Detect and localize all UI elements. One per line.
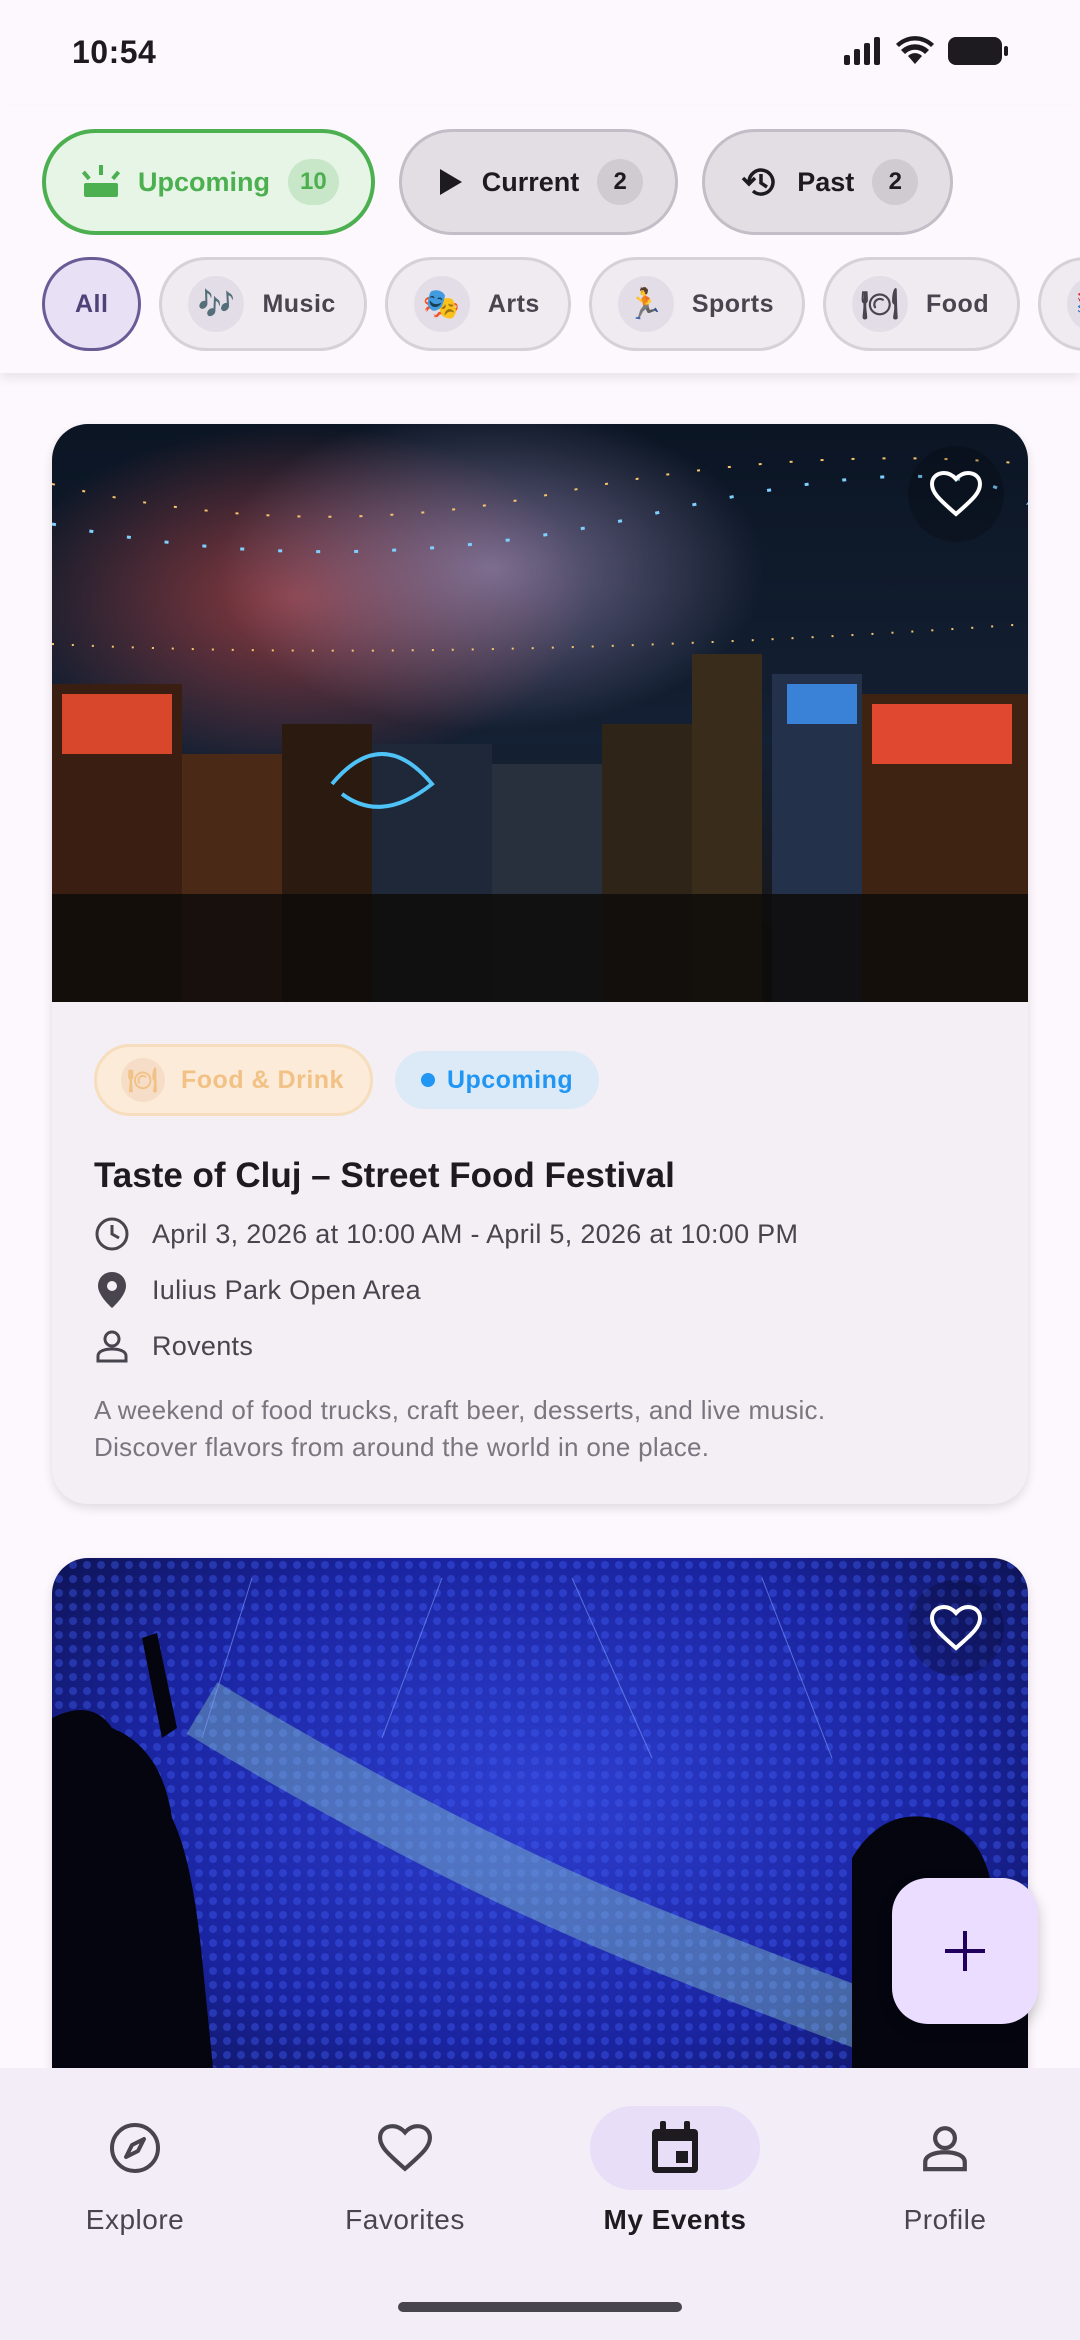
current-filter-label: Current [481, 166, 580, 197]
event-badges: 🍽 Food & Drink Upcoming [94, 1044, 986, 1116]
filter-header: Upcoming 10 Current 2 Past 2 All 🎶 Music… [0, 105, 1080, 373]
heart-icon [378, 2124, 432, 2172]
heart-outline-icon [930, 471, 982, 517]
event-organizer-row: Rovents [94, 1328, 986, 1364]
event-location: Iulius Park Open Area [152, 1274, 421, 1305]
event-description: A weekend of food trucks, craft beer, de… [94, 1392, 986, 1466]
past-count-badge: 2 [872, 159, 919, 205]
event-datetime-row: April 3, 2026 at 10:00 AM - April 5, 202… [94, 1216, 986, 1252]
event-image [52, 424, 1028, 1002]
food-festival-photo [52, 424, 1028, 1002]
category-chip-food[interactable]: 🍽 Food [823, 257, 1021, 351]
category-badge-label: Food & Drink [181, 1065, 344, 1094]
category-chip-label: Food [926, 289, 990, 318]
nav-label: Explore [85, 2204, 185, 2235]
event-description-line: A weekend of food trucks, craft beer, de… [94, 1395, 826, 1425]
nav-item-favorites[interactable]: Favorites [270, 2106, 540, 2236]
status-icons [844, 36, 1008, 66]
calendar-icon [652, 2121, 698, 2173]
nav-pill [590, 2106, 760, 2190]
category-chip-label: Arts [487, 289, 540, 318]
clock-icon [94, 1216, 130, 1252]
favorite-button[interactable] [908, 446, 1004, 542]
sunrise-icon [82, 165, 120, 197]
plus-icon [945, 1931, 985, 1971]
battery-icon [948, 37, 1008, 65]
location-pin-icon [94, 1272, 130, 1308]
category-chip-more[interactable]: 📚 [1038, 257, 1080, 351]
event-organizer: Rovents [152, 1330, 254, 1361]
status-filter-row: Upcoming 10 Current 2 Past 2 [42, 129, 954, 235]
nav-pill [50, 2106, 220, 2190]
food-icon: 🍽 [852, 276, 909, 332]
upcoming-count-badge: 10 [288, 159, 339, 205]
status-dot [420, 1073, 435, 1087]
nav-label: Profile [903, 2204, 987, 2235]
history-icon [741, 168, 775, 196]
compass-icon [110, 2123, 160, 2173]
nav-item-my-events[interactable]: My Events [540, 2106, 810, 2236]
event-datetime: April 3, 2026 at 10:00 AM - April 5, 202… [152, 1218, 799, 1249]
add-event-button[interactable] [892, 1878, 1038, 2024]
upcoming-filter-label: Upcoming [138, 166, 270, 197]
category-chip-arts[interactable]: 🎭 Arts [384, 257, 571, 351]
category-chip-label: Music [262, 289, 336, 318]
wifi-icon [896, 36, 934, 64]
home-indicator [398, 2302, 682, 2312]
person-icon [94, 1328, 130, 1364]
category-chip-sports[interactable]: 🏃 Sports [588, 257, 806, 351]
favorite-button[interactable] [908, 1580, 1004, 1676]
category-chip-label: All [75, 289, 109, 318]
status-badge-label: Upcoming [446, 1065, 574, 1094]
category-chip-label: Sports [691, 289, 775, 318]
status-time: 10:54 [72, 34, 157, 70]
past-filter-chip[interactable]: Past 2 [702, 129, 954, 235]
current-count-badge: 2 [597, 159, 644, 205]
category-chip-music[interactable]: 🎶 Music [159, 257, 367, 351]
upcoming-filter-chip[interactable]: Upcoming 10 [42, 129, 375, 235]
event-card-body: 🍽 Food & Drink Upcoming Taste of Cluj – … [52, 1002, 1028, 1466]
category-filter-row: All 🎶 Music 🎭 Arts 🏃 Sports 🍽 Food 📚 [42, 257, 1080, 351]
nav-label: My Events [603, 2204, 747, 2235]
heart-outline-icon [930, 1605, 982, 1651]
status-bar: 10:54 [0, 0, 1080, 105]
books-icon: 📚 [1067, 276, 1080, 332]
category-badge: 🍽 Food & Drink [94, 1044, 373, 1116]
play-icon [439, 169, 462, 195]
my-events-screen: 10:54 Upcoming 10 Current 2 Past 2 All 🎶… [0, 0, 1080, 2340]
category-chip-all[interactable]: All [42, 257, 142, 351]
event-title: Taste of Cluj – Street Food Festival [94, 1156, 675, 1195]
nav-item-explore[interactable]: Explore [0, 2106, 270, 2236]
nav-label: Favorites [345, 2204, 465, 2235]
nav-item-profile[interactable]: Profile [810, 2106, 1080, 2236]
food-icon: 🍽 [121, 1058, 165, 1102]
event-description-line: Discover flavors from around the world i… [94, 1432, 710, 1462]
bottom-navigation: Explore Favorites My Events Profile [0, 2068, 1080, 2340]
past-filter-label: Past [797, 166, 855, 197]
person-icon [923, 2126, 967, 2172]
event-location-row: Iulius Park Open Area [94, 1272, 986, 1308]
nav-pill [860, 2106, 1030, 2190]
current-filter-chip[interactable]: Current 2 [398, 129, 679, 235]
status-badge: Upcoming [394, 1051, 600, 1109]
theater-masks-icon: 🎭 [413, 276, 470, 332]
nav-pill [320, 2106, 490, 2190]
runner-icon: 🏃 [617, 276, 674, 332]
music-notes-icon: 🎶 [188, 276, 245, 332]
event-card[interactable]: 🍽 Food & Drink Upcoming Taste of Cluj – … [52, 424, 1028, 1504]
signal-icon [844, 37, 880, 65]
